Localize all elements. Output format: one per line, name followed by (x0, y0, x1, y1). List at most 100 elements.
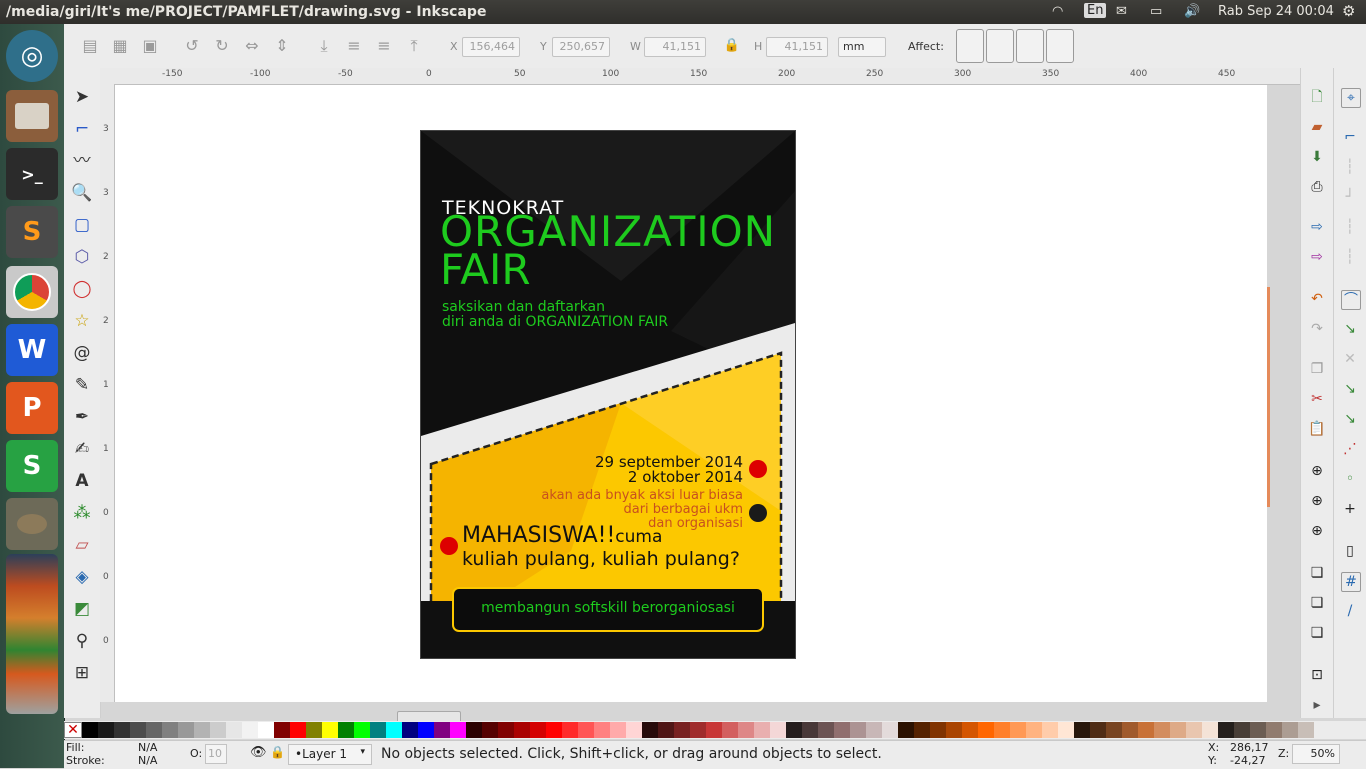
snap-page-icon[interactable]: ▯ (1341, 542, 1359, 560)
raise-icon[interactable]: ≡ (374, 36, 394, 56)
duplicate-icon[interactable]: ❏ (1308, 564, 1326, 582)
color-swatch[interactable] (898, 722, 914, 738)
color-swatch[interactable] (242, 722, 258, 738)
snap-midpoint-icon[interactable]: ⋰ (1341, 440, 1359, 458)
paint-bucket-tool-icon[interactable]: ◈ (71, 566, 93, 588)
color-swatch[interactable] (370, 722, 386, 738)
calligraphy-tool-icon[interactable]: ✍ (71, 438, 93, 460)
wifi-icon[interactable]: ◠ (1052, 4, 1063, 19)
color-swatch[interactable] (834, 722, 850, 738)
layer-lock-icon[interactable]: 🔒 (270, 745, 285, 759)
color-swatch[interactable] (178, 722, 194, 738)
color-swatch[interactable] (946, 722, 962, 738)
copy-icon[interactable]: ❐ (1308, 360, 1326, 378)
redo-icon[interactable]: ↷ (1308, 320, 1326, 338)
rectangle-tool-icon[interactable]: ▢ (71, 214, 93, 236)
selector-tool-icon[interactable]: ➤ (71, 86, 93, 108)
terminal-icon[interactable]: >_ (6, 148, 58, 200)
snap-intersection-icon[interactable]: ✕ (1341, 350, 1359, 368)
lower-icon[interactable]: ≡ (344, 36, 364, 56)
color-swatch[interactable] (914, 722, 930, 738)
ubuntu-dash-icon[interactable]: ◎ (6, 30, 58, 82)
snap-bbox-center-icon[interactable]: ┆ (1341, 248, 1359, 266)
snap-center-icon[interactable]: ◦ (1341, 470, 1359, 488)
color-swatch[interactable] (962, 722, 978, 738)
gimp-icon[interactable] (6, 498, 58, 550)
color-swatch[interactable] (994, 722, 1010, 738)
color-swatch[interactable] (338, 722, 354, 738)
color-swatch[interactable] (354, 722, 370, 738)
mail-icon[interactable]: ✉ (1116, 4, 1127, 19)
clone-icon[interactable]: ❏ (1308, 594, 1326, 612)
zoom-field[interactable]: 50% (1292, 744, 1340, 764)
color-swatch[interactable] (626, 722, 642, 738)
color-swatch[interactable] (1106, 722, 1122, 738)
files-icon[interactable] (6, 90, 58, 142)
color-swatch[interactable] (1218, 722, 1234, 738)
color-swatch[interactable] (610, 722, 626, 738)
color-swatch[interactable] (194, 722, 210, 738)
color-swatch[interactable] (658, 722, 674, 738)
color-swatch[interactable] (450, 722, 466, 738)
snap-path-icon[interactable]: ↘ (1341, 320, 1359, 338)
w-field[interactable]: 41,151 (644, 37, 706, 57)
color-swatch[interactable] (498, 722, 514, 738)
cut-icon[interactable]: ✂ (1308, 390, 1326, 408)
color-swatch[interactable] (1010, 722, 1026, 738)
text-tool-icon[interactable]: A (71, 470, 93, 492)
zoom-selection-icon[interactable]: ⊕ (1308, 462, 1326, 480)
color-swatch[interactable] (290, 722, 306, 738)
snap-smooth-icon[interactable]: ↘ (1341, 410, 1359, 428)
color-swatch[interactable] (226, 722, 242, 738)
print-icon[interactable]: ⎙ (1308, 178, 1326, 196)
snap-rotation-center-icon[interactable]: + (1341, 500, 1359, 518)
unit-select[interactable]: mm (838, 37, 886, 57)
color-swatch[interactable] (546, 722, 562, 738)
color-swatch[interactable] (274, 722, 290, 738)
color-swatch[interactable] (1090, 722, 1106, 738)
color-swatch[interactable] (786, 722, 802, 738)
snap-toggle-icon[interactable]: ⌖ (1341, 88, 1361, 108)
gradient-tool-icon[interactable]: ◩ (71, 598, 93, 620)
affect-stroke-scale-button[interactable] (956, 29, 984, 63)
color-swatch[interactable] (1202, 722, 1218, 738)
color-swatch[interactable] (418, 722, 434, 738)
sublime-text-icon[interactable]: S (6, 206, 58, 258)
color-swatch[interactable] (1058, 722, 1074, 738)
3d-box-tool-icon[interactable]: ⬡ (71, 246, 93, 268)
color-swatch[interactable] (738, 722, 754, 738)
pencil-tool-icon[interactable]: ✎ (71, 374, 93, 396)
snap-nodes-icon[interactable]: ⌒ (1341, 290, 1361, 310)
color-swatch[interactable] (866, 722, 882, 738)
snap-bbox-midpoint-icon[interactable]: ┆ (1341, 218, 1359, 236)
wps-writer-icon[interactable]: W (6, 324, 58, 376)
connector-tool-icon[interactable]: ⊞ (71, 662, 93, 684)
zoom-page-icon[interactable]: ⊕ (1308, 522, 1326, 540)
pen-tool-icon[interactable]: ✒ (71, 406, 93, 428)
wps-presentation-icon[interactable]: P (6, 382, 58, 434)
keyboard-language-indicator[interactable]: En (1084, 3, 1107, 18)
affect-corners-scale-button[interactable] (986, 29, 1014, 63)
color-swatch[interactable] (514, 722, 530, 738)
opacity-field[interactable]: 10 (205, 744, 227, 764)
color-swatch[interactable] (466, 722, 482, 738)
y-field[interactable]: 250,657 (552, 37, 610, 57)
paste-icon[interactable]: 📋 (1308, 420, 1326, 438)
no-paint-swatch[interactable]: ✕ (64, 722, 82, 738)
page-icon[interactable]: ▤ (80, 36, 100, 56)
flip-vertical-icon[interactable]: ⇕ (272, 36, 292, 56)
h-field[interactable]: 41,151 (766, 37, 828, 57)
chrome-icon[interactable] (6, 266, 58, 318)
affect-pattern-transform-button[interactable] (1046, 29, 1074, 63)
vertical-scrollbar[interactable] (1267, 287, 1270, 507)
volume-icon[interactable]: 🔊 (1184, 4, 1200, 19)
color-swatch[interactable] (1250, 722, 1266, 738)
snap-cusp-icon[interactable]: ↘ (1341, 380, 1359, 398)
snap-grid-icon[interactable]: # (1341, 572, 1361, 592)
fill-value[interactable]: N/A (138, 741, 157, 754)
color-swatch[interactable] (850, 722, 866, 738)
wps-spreadsheets-icon[interactable]: S (6, 440, 58, 492)
color-swatch[interactable] (402, 722, 418, 738)
color-swatch[interactable] (114, 722, 130, 738)
color-swatch[interactable] (162, 722, 178, 738)
